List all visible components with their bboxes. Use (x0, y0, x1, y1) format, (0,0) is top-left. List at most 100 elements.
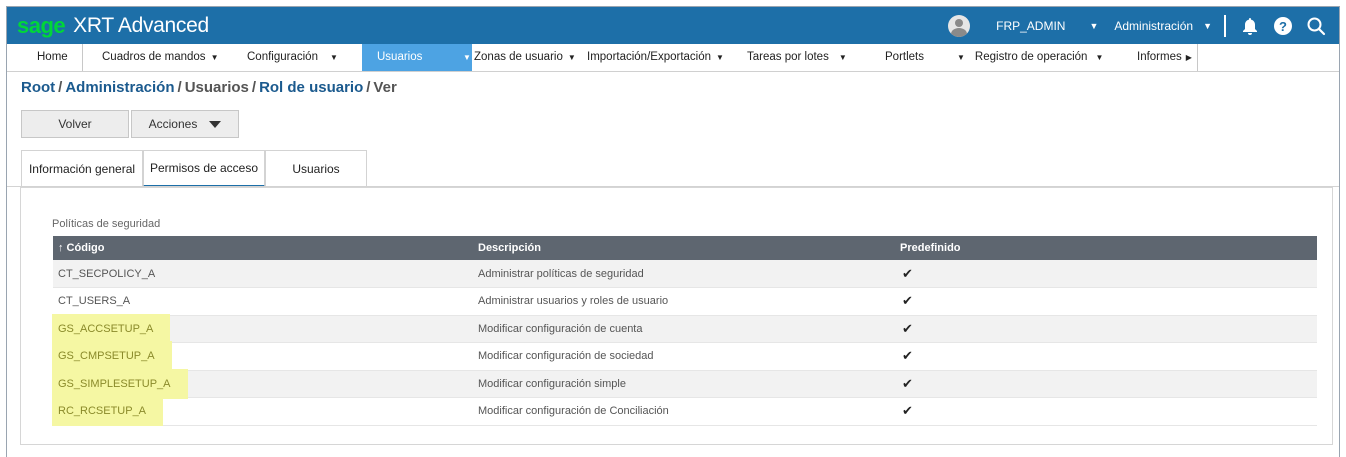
check-icon: ✔ (895, 397, 1317, 426)
breadcrumb-root[interactable]: Root (21, 79, 55, 96)
help-icon[interactable]: ? (1273, 16, 1293, 36)
menu-informes[interactable]: Informes ▶ (1137, 44, 1192, 71)
table-row[interactable]: RC_RCSETUP_A Modificar configuración de … (52, 396, 1317, 427)
cell-codigo: CT_SECPOLICY_A (53, 260, 473, 288)
menu-configuracion[interactable]: Configuración ▼ (247, 44, 338, 71)
main-menu: Home Cuadros de mandos ▼ Configuración ▼ U… (7, 44, 1339, 72)
cell-codigo: CT_USERS_A (53, 287, 473, 316)
bell-icon[interactable] (1240, 16, 1260, 36)
table-row[interactable]: CT_USERS_A Administrar usuarios y roles … (53, 287, 1317, 316)
menu-portlets-label: Portlets (885, 51, 924, 63)
menu-usuarios[interactable]: Usuarios (362, 44, 462, 71)
volver-button[interactable]: Volver (21, 110, 129, 138)
highlighted-code: RC_RCSETUP_A (52, 396, 164, 427)
menu-tareas[interactable]: Tareas por lotes ▼ (747, 44, 847, 71)
acciones-button[interactable]: Acciones (131, 110, 239, 138)
chevron-right-icon: ▶ (1185, 53, 1192, 62)
check-icon: ✔ (895, 342, 1317, 371)
product-name: XRT Advanced (73, 13, 209, 37)
breadcrumb-ver: Ver (373, 79, 397, 96)
breadcrumb: Root / Administración / Usuarios / Rol de usua… (21, 79, 397, 96)
tab-informacion-general-label: Información general (28, 162, 136, 176)
tab-usuarios[interactable]: Usuarios (265, 150, 367, 187)
user-avatar-icon[interactable] (948, 14, 971, 37)
column-header-descripcion[interactable]: Descripción (473, 236, 895, 260)
check-icon: ✔ (895, 370, 1317, 398)
cell-descripcion: Modificar configuración de cuenta (473, 315, 895, 343)
tab-permisos-acceso-label: Permisos de acceso (149, 161, 259, 175)
chevron-down-icon: ▼ (838, 53, 847, 62)
cell-codigo: GS_SIMPLESETUP_A (52, 368, 473, 399)
sage-logo: sage (17, 12, 66, 38)
column-header-predefinido[interactable]: Predefinido (895, 236, 1317, 260)
menu-usuarios-label: Usuarios (377, 51, 423, 63)
chevron-down-icon: ▼ (210, 53, 219, 62)
breadcrumb-rol-usuario[interactable]: Rol de usuario (259, 79, 363, 96)
menu-divider (82, 44, 83, 71)
table-row[interactable]: CT_SECPOLICY_A Administrar políticas de … (53, 260, 1317, 288)
chevron-down-icon: ▼ (716, 53, 724, 62)
highlighted-code: GS_ACCSETUP_A (52, 313, 171, 344)
breadcrumb-usuarios: Usuarios (184, 79, 249, 96)
tab-informacion-general[interactable]: Información general (21, 150, 143, 187)
search-icon[interactable] (1306, 16, 1326, 36)
breadcrumb-administracion[interactable]: Administración (65, 79, 174, 96)
menu-registro[interactable]: ▼ Registro de operación ▼ (957, 44, 1103, 71)
menu-configuracion-label: Configuración (247, 51, 318, 63)
user-name[interactable]: FRP_ADMIN (996, 19, 1065, 33)
highlighted-code: GS_SIMPLESETUP_A (52, 368, 188, 399)
menu-importacion[interactable]: Importación/Exportación ▼ (587, 44, 724, 71)
menu-home-label: Home (37, 51, 68, 63)
menu-registro-label: Registro de operación (974, 51, 1088, 63)
cell-descripcion: Modificar configuración de sociedad (473, 342, 895, 371)
cell-descripcion: Administrar usuarios y roles de usuario (473, 287, 895, 316)
volver-button-label: Volver (58, 117, 92, 131)
highlighted-code: GS_CMPSETUP_A (52, 341, 172, 372)
tab-permisos-acceso[interactable]: Permisos de acceso (143, 150, 265, 187)
check-icon: ✔ (895, 287, 1317, 316)
menu-zonas-label: Zonas de usuario (474, 51, 563, 63)
menu-usuarios-caret[interactable]: ▼ (462, 44, 472, 71)
chevron-down-icon: ▼ (567, 53, 576, 62)
menu-informes-label: Informes (1137, 51, 1182, 63)
menu-cuadros-label: Cuadros de mandos (102, 51, 206, 63)
column-header-codigo[interactable]: ↑ Código (53, 236, 473, 260)
tab-usuarios-label: Usuarios (292, 162, 340, 176)
security-policies-table: ↑ Código Descripción Predefinido CT_SECP… (52, 236, 1317, 427)
caret-down-icon (209, 120, 222, 128)
table-row[interactable]: GS_CMPSETUP_A Modificar configuración de… (52, 341, 1317, 372)
menu-cuadros[interactable]: Cuadros de mandos ▼ (102, 44, 218, 71)
role-menu-caret-icon[interactable]: ▼ (1203, 21, 1212, 31)
user-menu-caret-icon[interactable]: ▼ (1089, 21, 1098, 31)
role-menu[interactable]: Administración (1114, 19, 1193, 33)
menu-tareas-label: Tareas por lotes (747, 51, 829, 63)
cell-codigo: GS_CMPSETUP_A (52, 341, 473, 372)
content-panel: Políticas de seguridad ↑ Código Descripc… (20, 187, 1333, 445)
check-icon: ✔ (895, 315, 1317, 343)
cell-codigo: GS_ACCSETUP_A (52, 313, 473, 344)
chevron-down-icon: ▼ (329, 53, 338, 62)
topbar-divider (1224, 14, 1226, 37)
menu-zonas[interactable]: Zonas de usuario ▼ (474, 44, 576, 71)
table-row[interactable]: GS_ACCSETUP_A Modificar configuración de… (52, 313, 1317, 344)
cell-descripcion: Modificar configuración simple (473, 370, 895, 398)
check-icon: ✔ (895, 260, 1317, 288)
brand-logo[interactable]: sage XRT Advanced (17, 13, 209, 39)
menu-home[interactable]: Home (37, 44, 68, 71)
table-header-row: ↑ Código Descripción Predefinido (53, 236, 1317, 260)
acciones-button-label: Acciones (148, 117, 198, 131)
cell-descripcion: Administrar políticas de seguridad (473, 260, 895, 288)
chevron-down-icon: ▼ (1095, 53, 1104, 62)
chevron-down-icon: ▼ (463, 53, 471, 62)
app-window: sage XRT Advanced FRP_ADMIN ▼ Administra… (6, 6, 1340, 457)
cell-codigo: RC_RCSETUP_A (52, 396, 473, 427)
top-bar: sage XRT Advanced FRP_ADMIN ▼ Administra… (7, 7, 1339, 44)
cell-descripcion: Modificar configuración de Conciliación (473, 397, 895, 426)
menu-importacion-label: Importación/Exportación (587, 51, 712, 63)
menu-portlets[interactable]: Portlets (885, 44, 924, 71)
menu-divider (1197, 44, 1198, 71)
table-row[interactable]: GS_SIMPLESETUP_A Modificar configuración… (52, 368, 1317, 399)
svg-text:?: ? (1279, 19, 1287, 34)
chevron-down-icon: ▼ (957, 53, 965, 62)
section-title: Políticas de seguridad (52, 218, 161, 230)
